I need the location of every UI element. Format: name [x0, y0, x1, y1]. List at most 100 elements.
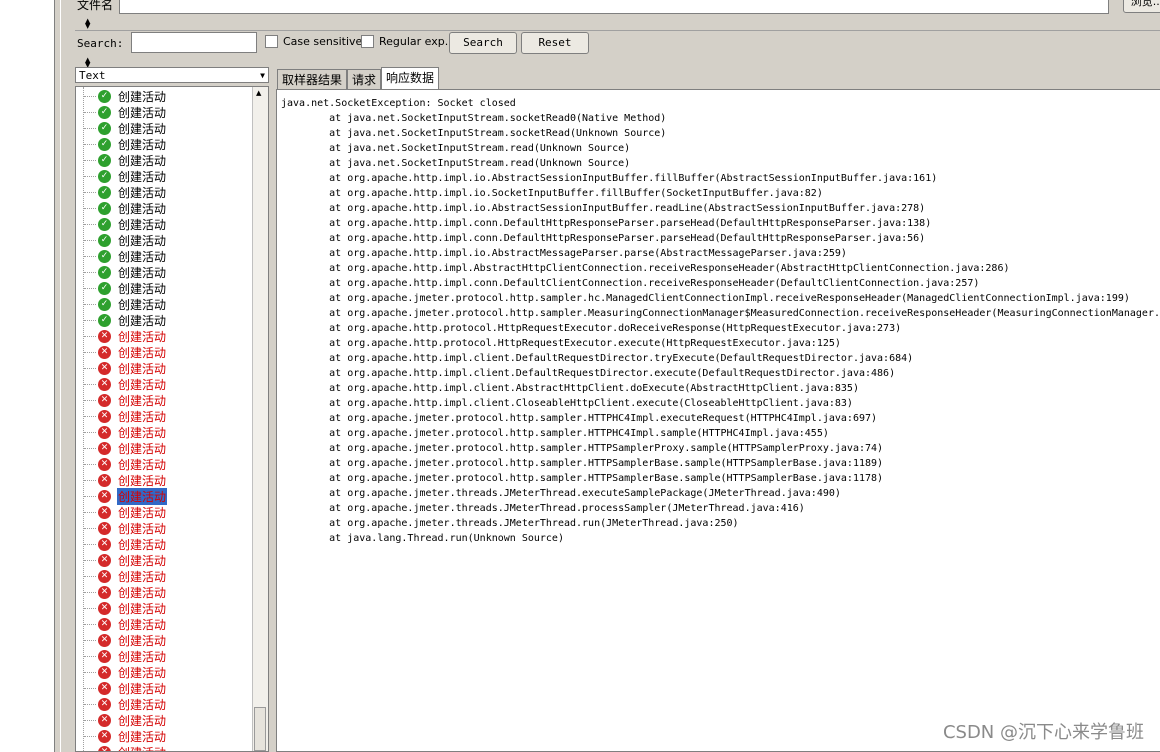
list-item[interactable]: ✕ 创建活动 — [84, 376, 167, 392]
list-item[interactable]: ✓ 创建活动 — [84, 280, 167, 296]
list-item[interactable]: ✓ 创建活动 — [84, 184, 167, 200]
file-row: 文件名 浏览... — [75, 0, 1160, 14]
list-item[interactable]: ✓ 创建活动 — [84, 136, 167, 152]
trace-line: at org.apache.http.impl.conn.DefaultHttp… — [281, 218, 932, 229]
trace-line: at org.apache.http.impl.client.AbstractH… — [281, 383, 859, 394]
list-item[interactable]: ✕ 创建活动 — [84, 472, 167, 488]
x-shield-icon: ✕ — [98, 521, 111, 535]
x-shield-icon: ✕ — [98, 553, 111, 567]
list-item[interactable]: ✓ 创建活动 — [84, 104, 167, 120]
list-item[interactable]: ✓ 创建活动 — [84, 248, 167, 264]
x-shield-icon: ✕ — [98, 713, 111, 727]
list-item-label: 创建活动 — [118, 281, 167, 296]
tree-connector — [84, 671, 96, 673]
split-arrows-icon[interactable]: ▲ ▼ — [85, 18, 90, 30]
list-item[interactable]: ✕ 创建活动 — [84, 632, 167, 648]
filename-input[interactable] — [119, 0, 1109, 14]
response-data-pane[interactable]: java.net.SocketException: Socket closed … — [276, 89, 1160, 752]
search-input[interactable] — [131, 32, 257, 53]
list-item[interactable]: ✕ 创建活动 — [84, 392, 167, 408]
list-item[interactable]: ✕ 创建活动 — [84, 504, 167, 520]
tree-connector — [84, 591, 96, 593]
list-item-label: 创建活动 — [118, 633, 167, 648]
list-item[interactable]: ✕ 创建活动 — [84, 536, 167, 552]
check-shield-icon: ✓ — [98, 233, 111, 247]
list-item[interactable]: ✓ 创建活动 — [84, 312, 167, 328]
list-item[interactable]: ✕ 创建活动 — [84, 712, 167, 728]
list-item[interactable]: ✕ 创建活动 — [84, 696, 167, 712]
list-item[interactable]: ✕ 创建活动 — [84, 744, 167, 751]
list-item[interactable]: ✕ 创建活动 — [84, 344, 167, 360]
list-item-label: 创建活动 — [118, 297, 167, 312]
list-item-label: 创建活动 — [118, 201, 167, 216]
trace-line: at org.apache.http.impl.io.SocketInputBu… — [281, 188, 823, 199]
list-item[interactable]: ✕ 创建活动 — [84, 456, 167, 472]
list-item-label: 创建活动 — [118, 121, 167, 136]
list-item[interactable]: ✕ 创建活动 — [84, 600, 167, 616]
list-item[interactable]: ✕ 创建活动 — [84, 552, 167, 568]
tab-2[interactable]: 响应数据 — [381, 67, 440, 90]
list-item[interactable]: ✕ 创建活动 — [84, 568, 167, 584]
list-item[interactable]: ✕ 创建活动 — [84, 520, 167, 536]
filename-label: 文件名 — [77, 0, 114, 12]
list-item[interactable]: ✕ 创建活动 — [84, 584, 167, 600]
list-item[interactable]: ✕ 创建活动 — [84, 664, 167, 680]
list-item[interactable]: ✓ 创建活动 — [84, 296, 167, 312]
regex-checkbox[interactable]: Regular exp. — [361, 35, 448, 48]
scroll-up-icon[interactable]: ▲ — [256, 89, 261, 97]
tree-connector — [84, 575, 96, 577]
list-item[interactable]: ✓ 创建活动 — [84, 168, 167, 184]
chevron-down-icon[interactable]: ▼ — [260, 68, 265, 84]
check-shield-icon: ✓ — [98, 153, 111, 167]
list-item[interactable]: ✕ 创建活动 — [84, 424, 167, 440]
list-item[interactable]: ✓ 创建活动 — [84, 232, 167, 248]
list-item[interactable]: ✕ 创建活动 — [84, 728, 167, 744]
browse-button[interactable]: 浏览... — [1123, 0, 1160, 13]
list-item[interactable]: ✕ 创建活动 — [84, 648, 167, 664]
list-item[interactable]: ✕ 创建活动 — [84, 487, 168, 505]
x-shield-icon: ✕ — [98, 745, 111, 751]
case-sensitive-label: Case sensitive — [283, 35, 363, 48]
trace-line: at org.apache.jmeter.threads.JMeterThrea… — [281, 503, 805, 514]
list-item[interactable]: ✕ 创建活动 — [84, 408, 167, 424]
tab-1[interactable]: 请求 — [347, 69, 382, 90]
list-item-label: 创建活动 — [118, 185, 167, 200]
checkbox-box[interactable] — [265, 35, 278, 48]
tree-connector — [84, 511, 96, 513]
list-item[interactable]: ✓ 创建活动 — [84, 88, 167, 104]
search-button[interactable]: Search — [449, 32, 517, 54]
list-item[interactable]: ✓ 创建活动 — [84, 120, 167, 136]
list-item[interactable]: ✕ 创建活动 — [84, 680, 167, 696]
list-item[interactable]: ✓ 创建活动 — [84, 200, 167, 216]
list-item-label: 创建活动 — [118, 89, 167, 104]
tree-connector — [84, 431, 96, 433]
reset-button[interactable]: Reset — [521, 32, 589, 54]
list-item-label: 创建活动 — [118, 473, 167, 488]
list-item[interactable]: ✓ 创建活动 — [84, 152, 167, 168]
list-item[interactable]: ✓ 创建活动 — [84, 264, 167, 280]
list-item[interactable]: ✕ 创建活动 — [84, 328, 167, 344]
list-item-label: 创建活动 — [118, 681, 167, 696]
list-item[interactable]: ✕ 创建活动 — [84, 360, 167, 376]
tab-0[interactable]: 取样器结果 — [277, 69, 348, 90]
results-tree[interactable]: ▲ ✓ 创建活动 ✓ 创建活动 ✓ 创建活动 ✓ 创建活动 ✓ 创建活动 ✓ 创建活动 ✓ 创建活动 ✓ 创建… — [75, 86, 269, 752]
tree-connector — [84, 303, 96, 305]
regex-label: Regular exp. — [379, 35, 449, 48]
case-sensitive-checkbox[interactable]: Case sensitive — [265, 35, 362, 48]
trace-line: at org.apache.http.impl.io.AbstractMessa… — [281, 248, 847, 259]
renderer-select[interactable]: Text ▼ — [75, 67, 269, 83]
scrollbar-thumb[interactable] — [254, 707, 266, 751]
list-item[interactable]: ✕ 创建活动 — [84, 616, 167, 632]
x-shield-icon: ✕ — [98, 457, 111, 471]
x-shield-icon: ✕ — [98, 649, 111, 663]
list-item-label: 创建活动 — [118, 265, 167, 280]
list-item[interactable]: ✕ 创建活动 — [84, 440, 167, 456]
tree-connector — [84, 559, 96, 561]
checkbox-box[interactable] — [361, 35, 374, 48]
check-shield-icon: ✓ — [98, 105, 111, 119]
trace-line: at org.apache.http.impl.client.DefaultRe… — [281, 368, 896, 379]
list-item[interactable]: ✓ 创建活动 — [84, 216, 167, 232]
trace-line: at org.apache.jmeter.protocol.http.sampl… — [281, 308, 1160, 319]
list-item-label: 创建活动 — [118, 553, 167, 568]
tree-scrollbar[interactable]: ▲ — [252, 87, 268, 751]
